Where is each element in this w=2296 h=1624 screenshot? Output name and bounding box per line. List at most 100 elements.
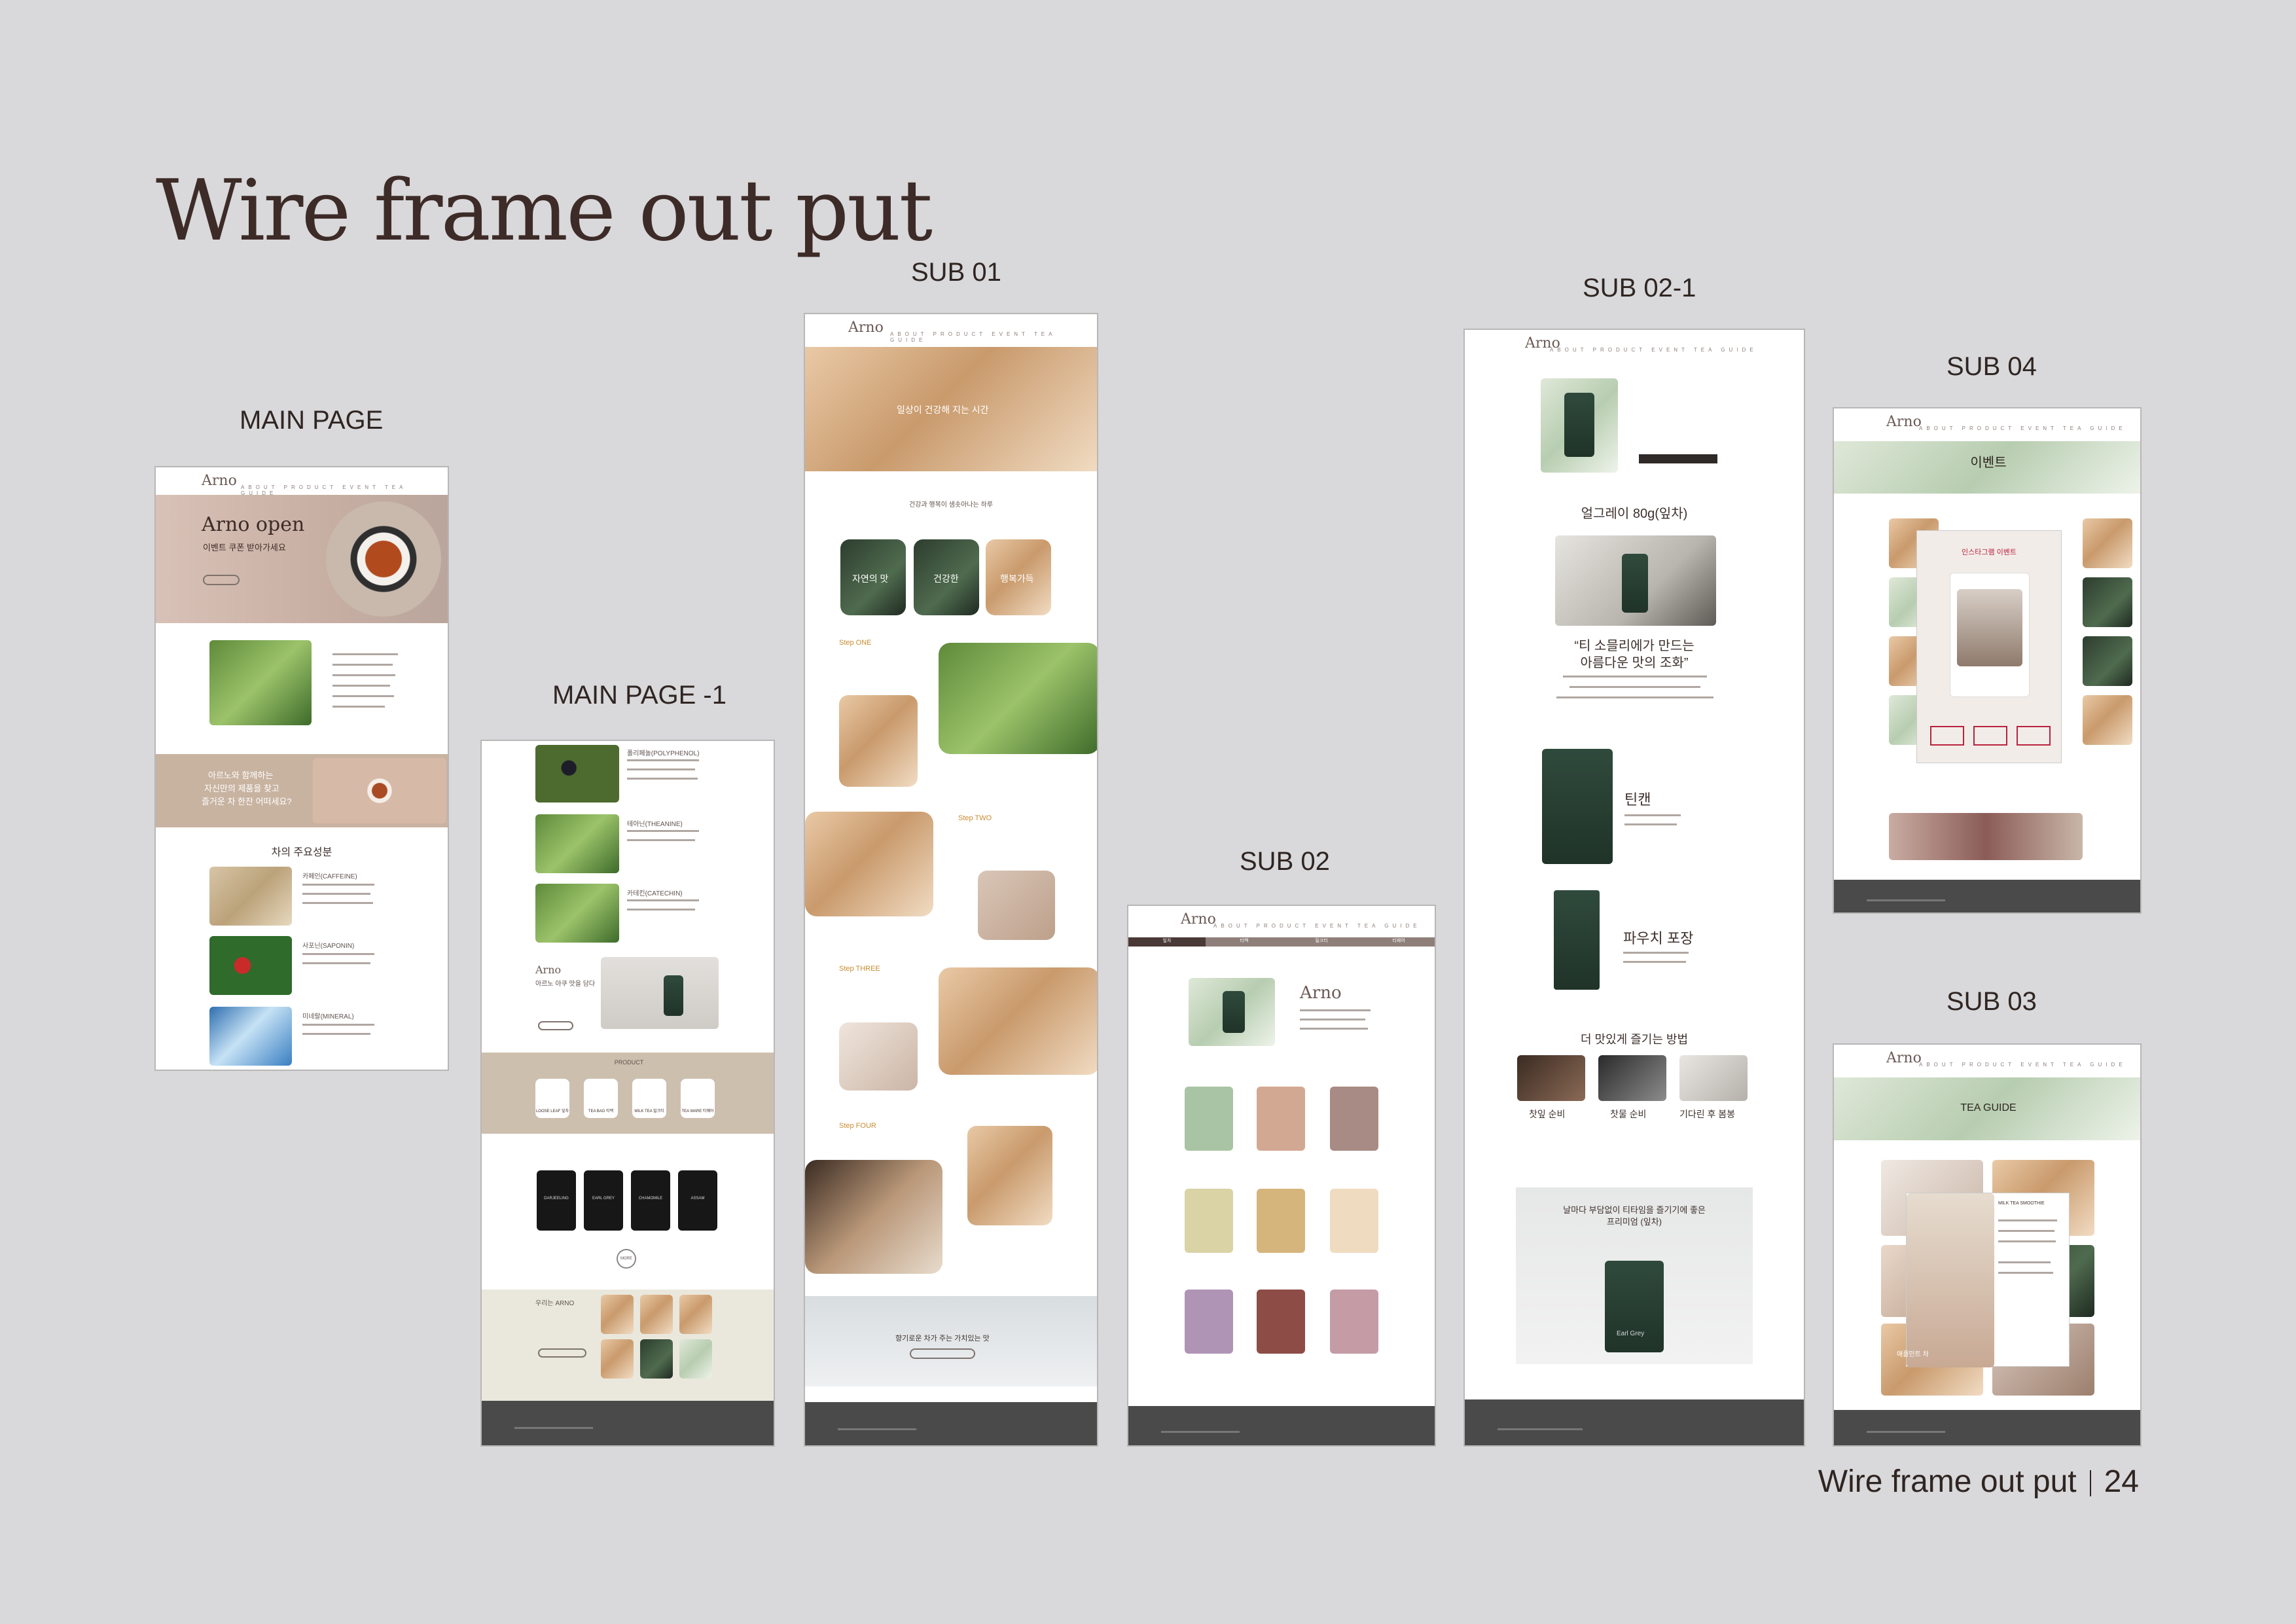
footer [805,1402,1097,1445]
sub03-nav: Arno ABOUT PRODUCT EVENT TEA GUIDE [1834,1045,2140,1072]
step-four-image [805,1160,942,1274]
product-2[interactable] [1257,1087,1305,1151]
theanine-image [535,814,619,873]
ingredient-2: 사포닌(SAPONIN) [302,943,355,950]
popup-button-2[interactable] [1973,726,2007,746]
band-image [313,758,446,823]
nav-menu[interactable]: ABOUT PRODUCT EVENT TEA GUIDE [1213,923,1421,929]
sub04-nav: Arno ABOUT PRODUCT EVENT TEA GUIDE [1834,408,2140,436]
tab-milk-tea[interactable]: 밀크티 [1283,937,1360,947]
step-one-image [939,643,1097,754]
promo-text: 아르노 아쿠 맛을 담다 [535,981,596,988]
product-5[interactable] [1257,1189,1305,1253]
sub01-bottom-band: 향기로운 차가 주는 가치있는 맛 [805,1296,1097,1386]
about-button[interactable] [538,1348,586,1358]
sub04-bottom-image [1889,813,2083,860]
brand-logo[interactable]: Arno [1886,414,1922,430]
pouch-image [1554,890,1600,990]
nav-menu[interactable]: ABOUT PRODUCT EVENT TEA GUIDE [1550,347,1757,353]
brand-logo[interactable]: Arno [202,473,237,489]
hero-button[interactable] [203,575,240,585]
tab-loose-leaf[interactable]: 잎차 [1128,937,1206,947]
sub02-1-banner: 날마다 부담없이 티타임을 즐기기에 좋은 프리미엄 (잎차) Earl Gre… [1516,1187,1753,1364]
sub01-bottom-button[interactable] [910,1348,975,1359]
mineral-image [209,1007,292,1066]
page-footer: Wire frame out put 24 [1818,1464,2139,1500]
label-main-page-1: MAIN PAGE -1 [552,681,726,710]
label-sub03: SUB 03 [1946,987,2037,1016]
about-section: 우리는 ARNO [482,1290,774,1403]
product-7[interactable] [1185,1290,1233,1354]
product-9[interactable] [1330,1290,1378,1354]
tab-tea-bag[interactable]: 티백 [1206,937,1283,947]
polyphenol-image [535,745,619,803]
main-page-frame: Arno ABOUT PRODUCT EVENT TEA GUIDE Arno … [154,466,449,1071]
tea-leaf-image [209,640,312,725]
product-tea-bag[interactable]: TEA BAG 티백 [584,1079,618,1118]
product-loose-leaf[interactable]: LOOSE LEAF 잎차 [535,1079,569,1118]
dark-item-2[interactable]: EARL GREY [584,1170,623,1231]
step-two-image [805,812,933,916]
product-4[interactable] [1185,1189,1233,1253]
more-button[interactable]: MORE [617,1249,636,1269]
tab-tea-ware[interactable]: 티웨어 [1360,937,1435,947]
sub02-frame: Arno ABOUT PRODUCT EVENT TEA GUIDE 잎차 티백… [1127,905,1436,1447]
product-3[interactable] [1330,1087,1378,1151]
promo-logo: Arno [535,964,562,976]
nav-menu[interactable]: ABOUT PRODUCT EVENT TEA GUIDE [1919,425,2126,431]
step-four: Step FOUR [839,1122,876,1130]
page-footer-title: Wire frame out put [1818,1464,2077,1499]
item-theanine: 테아닌(THEANINE) [627,821,683,828]
popup-image [1950,573,2030,697]
howto-label-3: 기다린 후 봄봉 [1679,1109,1736,1119]
footer [1128,1406,1435,1445]
dark-item-1[interactable]: DARJEELING [537,1170,576,1231]
sub02-feature-image [1189,978,1275,1046]
brand-logo[interactable]: Arno [1181,911,1216,928]
step-two: Step TWO [958,814,992,822]
main-page-1-frame: 폴리페놀(POLYPHENOL) 테아닌(THEANINE) 카테킨(CATEC… [480,740,775,1447]
step-four-image-2 [967,1126,1052,1225]
popup-button-1[interactable] [1930,726,1964,746]
howto-image-2 [1598,1055,1666,1101]
brand-logo[interactable]: Arno [1886,1050,1922,1066]
sub01-hero-text: 일상이 건강해 지는 시간 [897,405,989,415]
sub02-1-nav: Arno ABOUT PRODUCT EVENT TEA GUIDE [1465,330,1804,357]
guide-popup-title: MILK TEA SMOOTHIE [1998,1201,2045,1206]
hero-title: Arno open [202,513,305,536]
buy-button[interactable] [1639,454,1717,463]
product-tea-ware[interactable]: TEA WARE 티웨어 [681,1079,715,1118]
footer [482,1401,774,1445]
label-sub04: SUB 04 [1946,352,2037,381]
ingredients-title: 차의 주요성분 [271,847,332,858]
sub03-title: TEA GUIDE [1960,1102,2017,1113]
event-popup: 인스타그램 이벤트 [1916,530,2062,763]
sub02-1-quote-2: 아름다운 맛의 조화” [1580,656,1689,670]
nav-menu[interactable]: ABOUT PRODUCT EVENT TEA GUIDE [1919,1062,2126,1068]
nav-menu[interactable]: ABOUT PRODUCT EVENT TEA GUIDE [890,331,1097,343]
item-polyphenol: 폴리페놀(POLYPHENOL) [627,750,700,757]
step-three-image-2 [839,1022,918,1091]
product-milk-tea[interactable]: MILK TEA 밀크티 [632,1079,666,1118]
brand-logo[interactable]: Arno [848,319,884,336]
product-8[interactable] [1257,1290,1305,1354]
catechin-image [535,884,619,943]
sub02-1-howto-title: 더 맛있게 즐기는 방법 [1580,1033,1689,1046]
main-nav: Arno ABOUT PRODUCT EVENT TEA GUIDE [156,467,448,496]
howto-label-1: 찻잎 순비 [1529,1109,1566,1119]
sub02-1-frame: Arno ABOUT PRODUCT EVENT TEA GUIDE 얼그레이 … [1463,329,1805,1447]
dark-item-4[interactable]: ASSAM [678,1170,717,1231]
promo-button[interactable] [538,1021,573,1030]
sub04-frame: Arno ABOUT PRODUCT EVENT TEA GUIDE 이벤트 인… [1833,407,2142,914]
product-1[interactable] [1185,1087,1233,1151]
popup-button-3[interactable] [2017,726,2051,746]
product-6[interactable] [1330,1189,1378,1253]
howto-image-3 [1679,1055,1748,1101]
sub02-1-pouch-title: 파우치 포장 [1623,930,1694,947]
about-title: 우리는 ARNO [535,1300,575,1307]
caffeine-image [209,867,292,926]
banner-tin: Earl Grey [1605,1261,1664,1352]
sub01-hero: 일상이 건강해 지는 시간 [805,347,1097,471]
dark-item-3[interactable]: CHAMOMILE [631,1170,670,1231]
howto-label-2: 찻물 순비 [1610,1109,1647,1119]
